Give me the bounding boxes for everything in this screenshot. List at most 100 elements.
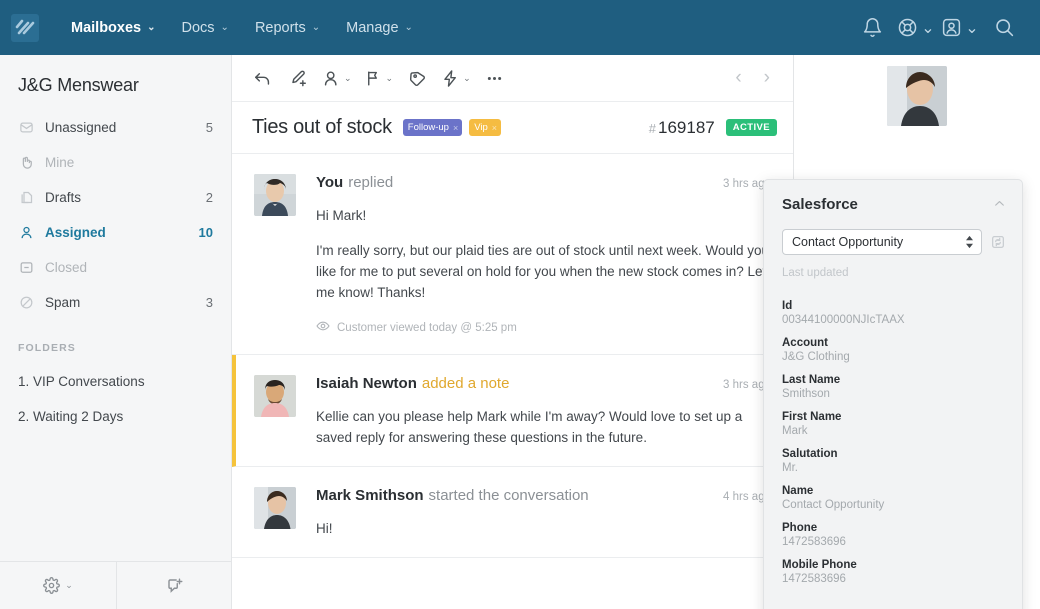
field-label: Name	[782, 485, 814, 497]
chevron-down-icon: ⌄	[220, 22, 229, 33]
salesforce-panel-header: Salesforce	[764, 180, 1022, 213]
field-label: Account	[782, 337, 828, 349]
conversation-column: ⌄ ⌄ ⌄ ‹ › Ties out of stock Follow-up × …	[232, 55, 794, 609]
message-paragraph: Kellie can you please help Mark while I'…	[316, 409, 743, 445]
archive-icon	[18, 260, 34, 276]
sidebar-item-unassigned[interactable]: Unassigned 5	[0, 110, 231, 145]
help-lifebuoy-icon[interactable]: ⌄	[894, 0, 938, 55]
nav-link-docs-label: Docs	[181, 19, 215, 36]
field-label: Salutation	[782, 448, 838, 460]
spam-icon	[18, 295, 34, 311]
conversation-tags: Follow-up × Vip ×	[402, 119, 502, 136]
conversation-number: #169187	[649, 118, 715, 138]
sidebar-item-label: Assigned	[45, 225, 106, 240]
more-actions-button[interactable]	[477, 60, 513, 96]
avatar	[254, 174, 296, 216]
sidebar-item-count: 5	[205, 120, 213, 135]
salesforce-field-account: Account J&G Clothing	[782, 337, 1006, 363]
sidebar-item-count: 2	[205, 190, 213, 205]
sidebar-item-assigned[interactable]: Assigned 10	[0, 215, 231, 250]
salesforce-field-id: Id 00344100000NJIcTAAX	[782, 300, 1006, 326]
conversation-toolbar: ⌄ ⌄ ⌄ ‹ ›	[232, 55, 793, 102]
message-author: You	[316, 174, 344, 191]
message-author: Mark Smithson	[316, 487, 424, 504]
eye-icon	[316, 319, 330, 336]
notifications-bell-icon[interactable]	[850, 0, 894, 55]
message-header: Isaiah Newton added a note 3 hrs ago	[316, 375, 771, 392]
message-body: Mark Smithson started the conversation 4…	[316, 487, 771, 539]
new-conversation-icon[interactable]	[116, 562, 232, 609]
field-value: 00344100000NJIcTAAX	[782, 314, 905, 326]
thread-message: You replied 3 hrs ago Hi Mark! I'm reall…	[232, 154, 793, 355]
field-label: Mobile Phone	[782, 559, 857, 571]
message-header: You replied 3 hrs ago	[316, 174, 771, 191]
nav-link-docs[interactable]: Docs ⌄	[169, 0, 242, 55]
nav-link-mailboxes[interactable]: Mailboxes ⌄	[58, 0, 169, 55]
tag-follow-up[interactable]: Follow-up ×	[402, 119, 463, 136]
message-body: You replied 3 hrs ago Hi Mark! I'm reall…	[316, 174, 771, 336]
thread-message: Mark Smithson started the conversation 4…	[232, 467, 793, 558]
chevron-down-icon: ⌄	[344, 72, 352, 83]
chevron-down-icon: ⌄	[65, 580, 73, 590]
sidebar-item-count: 10	[198, 225, 213, 240]
salesforce-panel-title: Salesforce	[782, 196, 858, 213]
sidebar-item-label: Drafts	[45, 190, 82, 205]
nav-link-reports[interactable]: Reports ⌄	[242, 0, 333, 55]
status-badge: ACTIVE	[725, 119, 777, 136]
remove-tag-icon[interactable]: ×	[492, 123, 497, 133]
sidebar-item-drafts[interactable]: Drafts 2	[0, 180, 231, 215]
add-note-button[interactable]	[280, 60, 316, 96]
tag-button[interactable]	[399, 60, 435, 96]
salesforce-object-select[interactable]: Contact Opportunity	[782, 229, 982, 255]
message-viewed-status: Customer viewed today @ 5:25 pm	[316, 319, 771, 336]
sync-icon[interactable]	[990, 234, 1006, 250]
message-action: started the conversation	[428, 487, 589, 504]
nav-link-manage[interactable]: Manage ⌄	[333, 0, 426, 55]
user-account-icon[interactable]: ⌄	[938, 0, 982, 55]
sidebar-item-spam[interactable]: Spam 3	[0, 285, 231, 320]
previous-conversation-button[interactable]: ‹	[724, 67, 752, 89]
message-action: replied	[348, 174, 394, 191]
nav-link-reports-label: Reports	[254, 19, 306, 36]
message-paragraph: I'm really sorry, but our plaid ties are…	[316, 243, 770, 300]
remove-tag-icon[interactable]: ×	[453, 123, 458, 133]
field-value: J&G Clothing	[782, 351, 850, 363]
salesforce-field-mobile-phone: Mobile Phone 1472583696	[782, 559, 1006, 585]
salesforce-field-last-name: Last Name Smithson	[782, 374, 1006, 400]
salesforce-field-phone: Phone 1472583696	[782, 522, 1006, 548]
message-header: Mark Smithson started the conversation 4…	[316, 487, 771, 504]
saved-replies-button[interactable]: ⌄	[435, 60, 477, 96]
field-label: Phone	[782, 522, 818, 534]
avatar	[254, 375, 296, 417]
salesforce-field-name: Name Contact Opportunity	[782, 485, 1006, 511]
salesforce-field-first-name: First Name Mark	[782, 411, 1006, 437]
sidebar-folder-waiting-2-days[interactable]: 2. Waiting 2 Days	[0, 399, 231, 434]
reply-button[interactable]	[244, 60, 280, 96]
top-navigation-bar: Mailboxes ⌄ Docs ⌄ Reports ⌄ Manage ⌄ ⌄	[0, 0, 1040, 55]
sidebar-item-closed[interactable]: Closed	[0, 250, 231, 285]
chevron-down-icon: ⌄	[385, 72, 394, 83]
search-icon[interactable]	[982, 0, 1026, 55]
tag-vip[interactable]: Vip ×	[469, 119, 502, 136]
chevron-down-icon: ⌄	[311, 22, 321, 33]
sidebar-item-label: Spam	[45, 295, 81, 310]
salesforce-fields: Id 00344100000NJIcTAAX Account J&G Cloth…	[764, 279, 1022, 585]
sidebar-item-mine[interactable]: Mine	[0, 145, 231, 180]
sidebar-folder-vip-conversations[interactable]: 1. VIP Conversations	[0, 364, 231, 399]
viewed-text: Customer viewed today @ 5:25 pm	[337, 321, 517, 334]
assign-button[interactable]: ⌄	[316, 60, 358, 96]
chevron-down-icon: ⌄	[147, 22, 156, 33]
helpscout-logo-icon[interactable]	[10, 13, 40, 43]
chevron-down-icon: ⌄	[921, 19, 935, 37]
sidebar-item-label: Closed	[45, 260, 88, 275]
chevron-down-icon: ⌄	[404, 22, 413, 33]
stepper-arrows-icon	[965, 235, 974, 249]
thread-message-note: Isaiah Newton added a note 3 hrs ago Kel…	[232, 355, 793, 467]
message-text: Kellie can you please help Mark while I'…	[316, 406, 771, 448]
status-button[interactable]: ⌄	[358, 60, 400, 96]
next-conversation-button[interactable]: ›	[753, 67, 781, 89]
settings-gear-icon[interactable]: ⌄	[0, 562, 116, 609]
conversation-subject: Ties out of stock	[252, 116, 392, 138]
salesforce-object-selector-row: Contact Opportunity	[764, 213, 1022, 255]
chevron-up-icon[interactable]	[993, 197, 1006, 213]
